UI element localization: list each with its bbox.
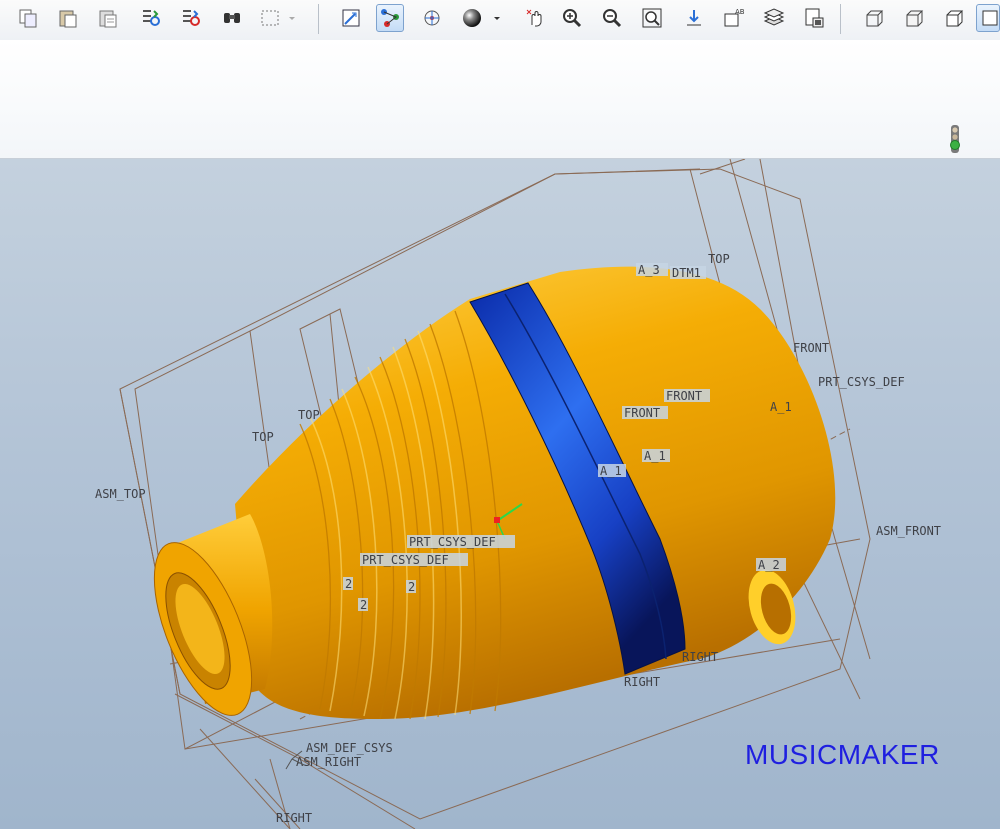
zoom-in-icon[interactable] — [558, 4, 586, 32]
zoom-out-icon[interactable] — [598, 4, 626, 32]
datum-label-2: 2 — [408, 580, 415, 594]
find-icon[interactable] — [218, 4, 246, 32]
datum-label-front: FRONT — [624, 406, 660, 420]
datum-label-a1: A_1 — [600, 464, 622, 478]
model-scene: A_3 DTM1 TOP TOP TOP FRONT FRONT FRONT P… — [95, 159, 941, 829]
datum-label-2: 2 — [345, 577, 352, 591]
wireframe-icon[interactable] — [860, 4, 888, 32]
paste-icon[interactable] — [54, 4, 82, 32]
annotation-display-icon[interactable]: AB — [720, 4, 748, 32]
datum-label-asm-def-csys: ASM_DEF_CSYS — [306, 741, 393, 755]
toolbar-separator — [840, 4, 841, 34]
paste-special-icon[interactable] — [94, 4, 122, 32]
refit-icon[interactable] — [638, 4, 666, 32]
datum-label-2: 2 — [360, 598, 367, 612]
graphics-viewport[interactable]: A_3 DTM1 TOP TOP TOP FRONT FRONT FRONT P… — [0, 159, 1000, 829]
datum-label-a1: A_1 — [770, 400, 792, 414]
traffic-light-icon[interactable] — [948, 124, 962, 154]
select-box-icon[interactable] — [256, 4, 284, 32]
regenerate-icon[interactable] — [136, 4, 164, 32]
datum-label-top: TOP — [708, 252, 730, 266]
datum-label-right: RIGHT — [624, 675, 660, 689]
shading-sphere-icon[interactable] — [458, 4, 486, 32]
datum-label-right: RIGHT — [276, 811, 312, 825]
toolbar-separator — [318, 4, 319, 34]
regenerate-manager-icon[interactable] — [176, 4, 204, 32]
datum-label-right: RIGHT — [682, 650, 718, 664]
watermark-text: MUSICMAKER — [745, 739, 940, 770]
hidden-line-icon[interactable] — [900, 4, 928, 32]
datum-label-asm-right: ASM_RIGHT — [296, 755, 361, 769]
no-hidden-icon[interactable] — [940, 4, 968, 32]
shaded-icon[interactable] — [976, 4, 1000, 32]
datum-label-dtm1: DTM1 — [672, 266, 701, 280]
layers-icon[interactable] — [760, 4, 788, 32]
spin-center-icon[interactable] — [418, 4, 446, 32]
svg-text:AB: AB — [735, 8, 745, 16]
pan-zoom-icon[interactable] — [521, 4, 549, 32]
view-manager-icon[interactable] — [800, 4, 828, 32]
datum-label-asm-top: ASM_TOP — [95, 487, 146, 501]
datum-label-prt-csys-def: PRT_CSYS_DEF — [818, 375, 905, 389]
dashboard-area — [0, 40, 1000, 159]
datum-label-front: FRONT — [666, 389, 702, 403]
datum-label-top: TOP — [252, 430, 274, 444]
chevron-down-icon[interactable] — [285, 4, 299, 32]
datum-label-a3: A_3 — [638, 263, 660, 277]
datum-display-icon[interactable] — [376, 4, 404, 32]
chevron-down-icon[interactable] — [490, 4, 504, 32]
datum-label-prt-csys-def: PRT_CSYS_DEF — [409, 535, 496, 549]
reorient-icon[interactable] — [680, 4, 708, 32]
datum-label-asm-front: ASM_FRONT — [876, 524, 941, 538]
datum-label-top: TOP — [298, 408, 320, 422]
main-toolbar: AB — [0, 0, 1000, 41]
saved-views-icon[interactable] — [337, 4, 365, 32]
datum-label-front: FRONT — [793, 341, 829, 355]
datum-label-a1: A_1 — [644, 449, 666, 463]
copy-icon[interactable] — [14, 4, 42, 32]
datum-label-a2: A_2 — [758, 558, 780, 572]
datum-label-prt-csys-def: PRT_CSYS_DEF — [362, 553, 449, 567]
